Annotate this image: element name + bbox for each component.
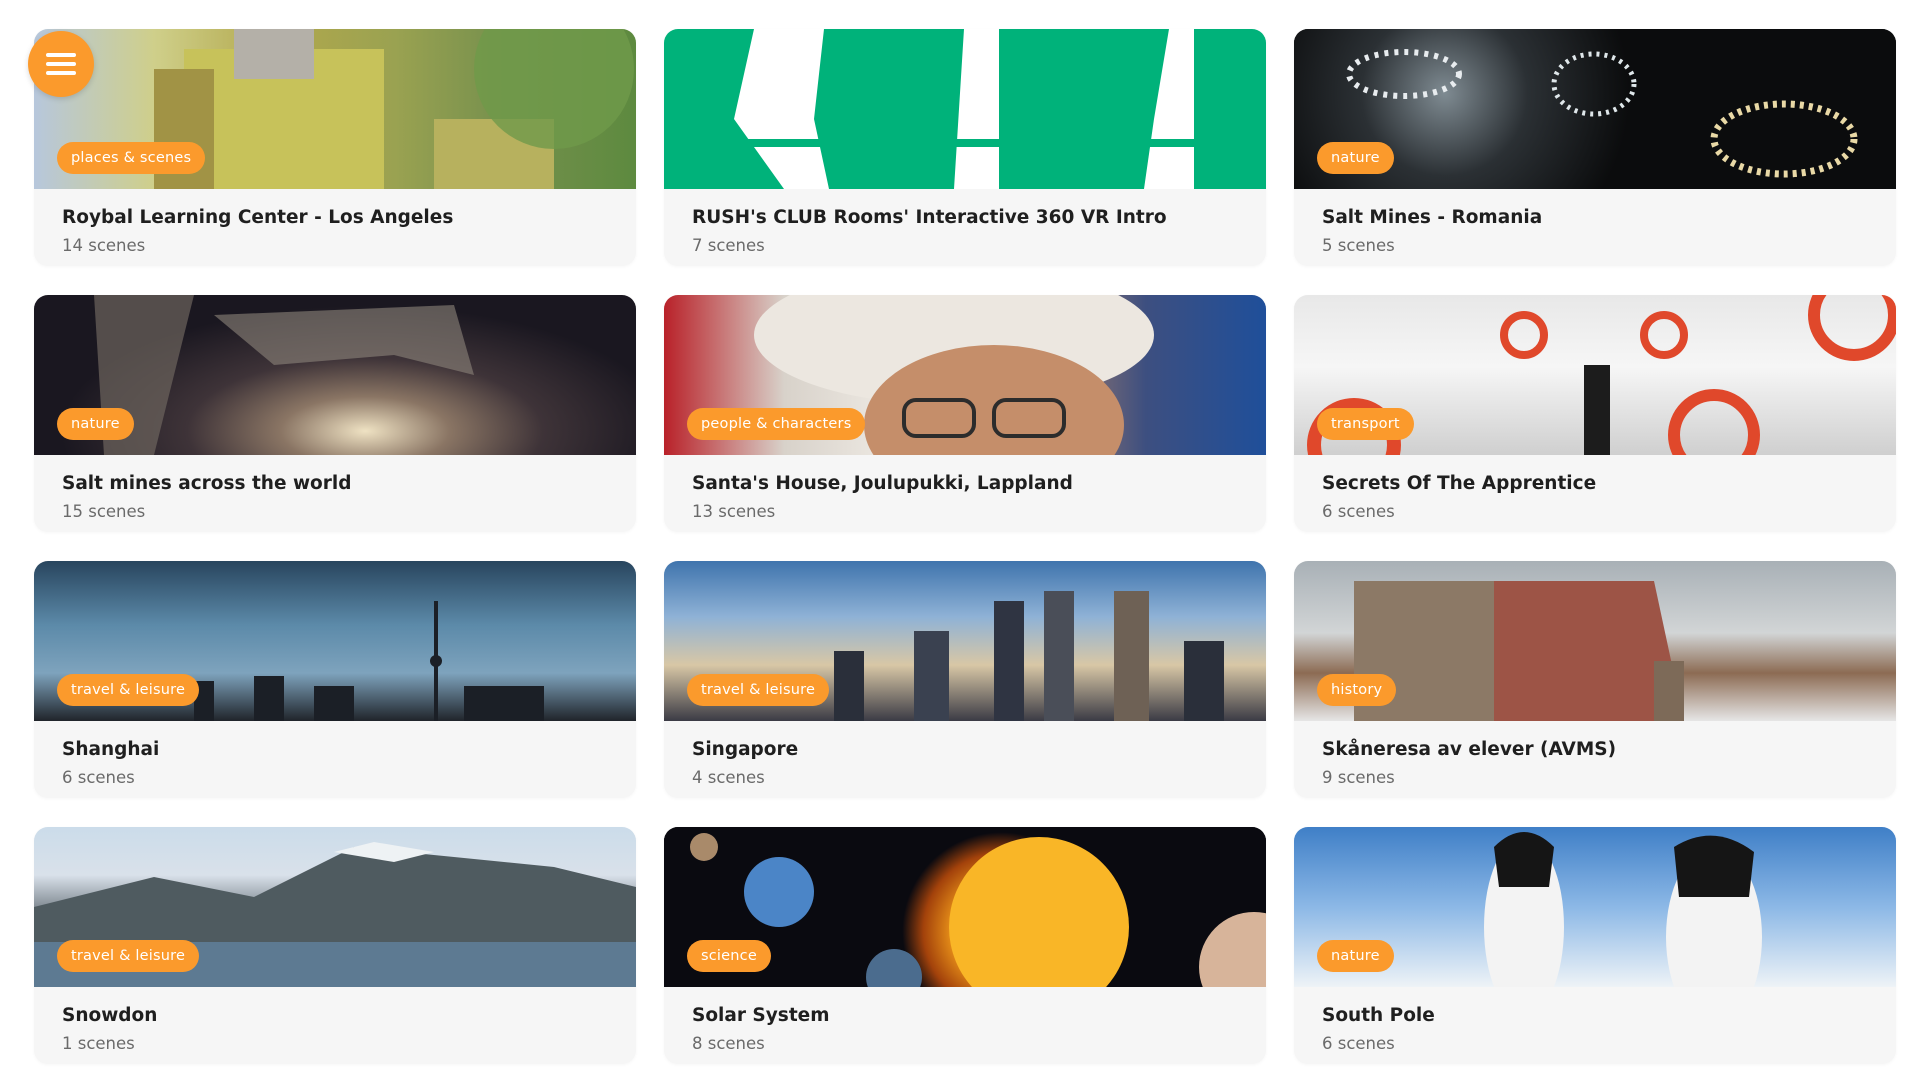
tour-thumbnail: travel & leisure (664, 561, 1266, 721)
tour-thumbnail: travel & leisure (34, 827, 636, 987)
scene-count: 6 scenes (62, 768, 135, 787)
scene-count: 9 scenes (1322, 768, 1395, 787)
tour-thumbnail: travel & leisure (34, 561, 636, 721)
tour-card-skaneresa[interactable]: history Skåneresa av elever (AVMS) 9 sce… (1294, 561, 1896, 798)
scene-count: 7 scenes (692, 236, 765, 255)
category-badge: people & characters (687, 408, 866, 440)
tour-title: RUSH's CLUB Rooms' Interactive 360 VR In… (692, 207, 1167, 228)
scene-count: 4 scenes (692, 768, 765, 787)
scene-count: 6 scenes (1322, 502, 1395, 521)
scene-count: 15 scenes (62, 502, 146, 521)
tour-card-south-pole[interactable]: nature South Pole 6 scenes (1294, 827, 1896, 1064)
category-badge: nature (57, 408, 134, 440)
tour-card-singapore[interactable]: travel & leisure Singapore 4 scenes (664, 561, 1266, 798)
category-badge: nature (1317, 142, 1394, 174)
category-badge: history (1317, 674, 1397, 706)
tour-thumbnail: places & scenes (34, 29, 636, 189)
tour-card-shanghai[interactable]: travel & leisure Shanghai 6 scenes (34, 561, 636, 798)
tour-title: Shanghai (62, 739, 160, 760)
scene-count: 6 scenes (1322, 1034, 1395, 1053)
scene-count: 13 scenes (692, 502, 776, 521)
tour-card-salt-mines-romania[interactable]: nature Salt Mines - Romania 5 scenes (1294, 29, 1896, 266)
category-badge: travel & leisure (57, 674, 200, 706)
tour-title: Salt Mines - Romania (1322, 207, 1543, 228)
hamburger-menu-icon (46, 53, 76, 75)
tour-card-solar-system[interactable]: science Solar System 8 scenes (664, 827, 1266, 1064)
tour-grid: places & scenes Roybal Learning Center -… (34, 29, 1896, 1064)
tour-card-roybal[interactable]: places & scenes Roybal Learning Center -… (34, 29, 636, 266)
category-badge: transport (1317, 408, 1414, 440)
category-badge: science (687, 940, 771, 972)
category-badge: travel & leisure (57, 940, 200, 972)
category-badge: places & scenes (57, 142, 206, 174)
tour-title: Santa's House, Joulupukki, Lappland (692, 473, 1073, 494)
tour-card-rush[interactable]: RUSH's CLUB Rooms' Interactive 360 VR In… (664, 29, 1266, 266)
tour-title: Roybal Learning Center - Los Angeles (62, 207, 454, 228)
tour-thumbnail: nature (1294, 29, 1896, 189)
tour-title: South Pole (1322, 1005, 1435, 1026)
tour-title: Snowdon (62, 1005, 158, 1026)
tour-thumbnail: nature (34, 295, 636, 455)
tour-thumbnail: history (1294, 561, 1896, 721)
tour-thumbnail (664, 29, 1266, 189)
scene-count: 1 scenes (62, 1034, 135, 1053)
tour-title: Secrets Of The Apprentice (1322, 473, 1597, 494)
category-badge: travel & leisure (687, 674, 830, 706)
tour-title: Singapore (692, 739, 799, 760)
tour-title: Skåneresa av elever (AVMS) (1322, 739, 1617, 760)
menu-button[interactable] (28, 31, 94, 97)
tour-card-secrets-apprentice[interactable]: transport Secrets Of The Apprentice 6 sc… (1294, 295, 1896, 532)
tour-card-snowdon[interactable]: travel & leisure Snowdon 1 scenes (34, 827, 636, 1064)
tour-card-santa[interactable]: people & characters Santa's House, Joulu… (664, 295, 1266, 532)
tour-title: Salt mines across the world (62, 473, 352, 494)
tour-title: Solar System (692, 1005, 830, 1026)
tour-thumbnail: nature (1294, 827, 1896, 987)
scene-count: 5 scenes (1322, 236, 1395, 255)
category-badge: nature (1317, 940, 1394, 972)
tour-thumbnail: people & characters (664, 295, 1266, 455)
rush-logo-image (734, 29, 1194, 189)
tour-card-salt-mines-world[interactable]: nature Salt mines across the world 15 sc… (34, 295, 636, 532)
scene-count: 8 scenes (692, 1034, 765, 1053)
tour-thumbnail: science (664, 827, 1266, 987)
tour-thumbnail: transport (1294, 295, 1896, 455)
scene-count: 14 scenes (62, 236, 146, 255)
